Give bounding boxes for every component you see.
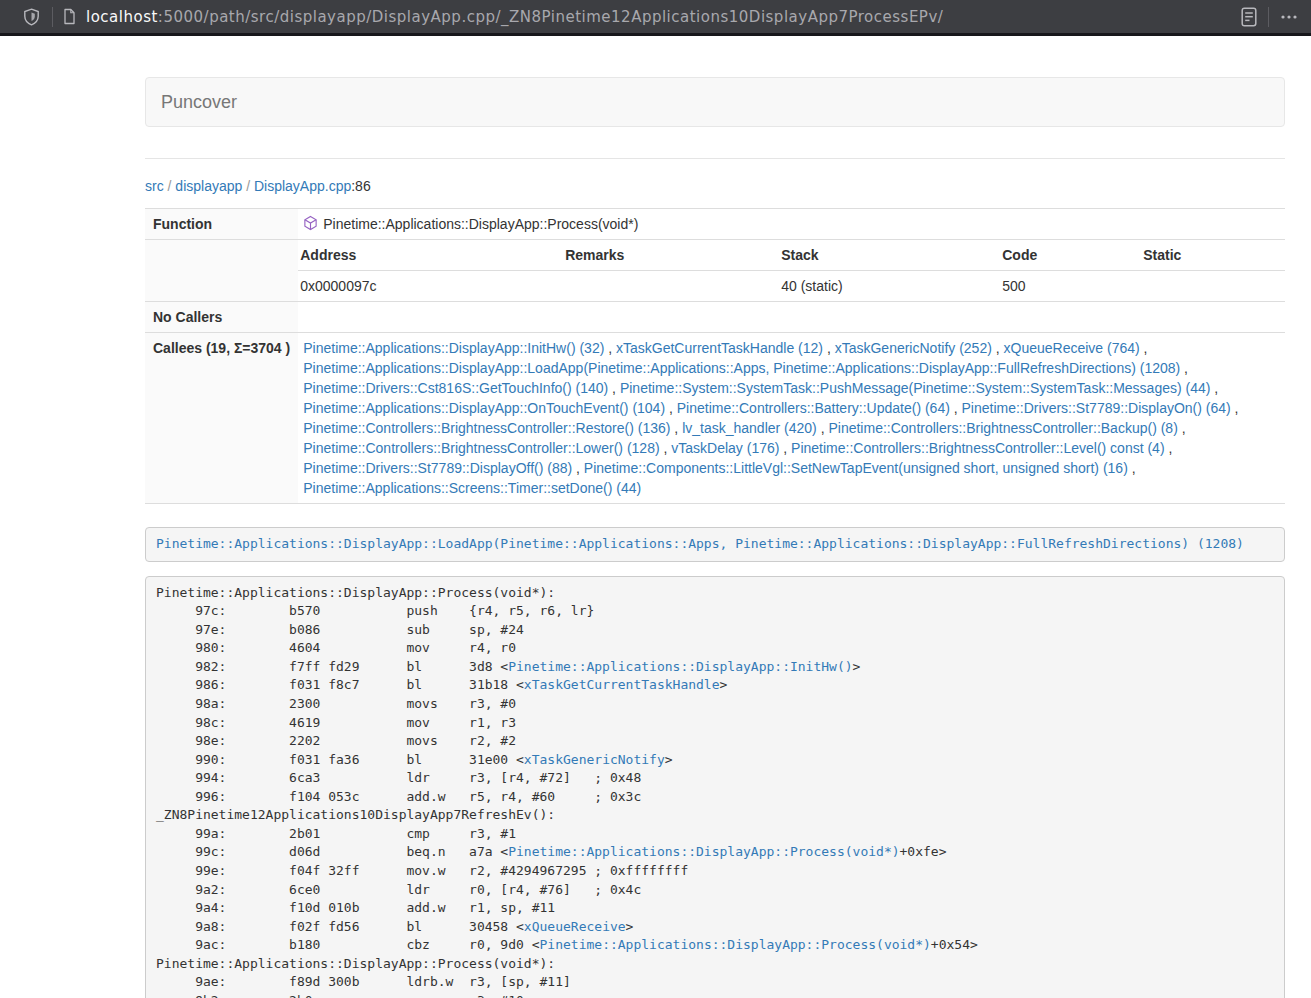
remarks-value (563, 271, 779, 302)
loadapp-link[interactable]: Pinetime::Applications::DisplayApp::Load… (156, 536, 1244, 551)
callee-link[interactable]: Pinetime::Applications::Screens::Timer::… (303, 480, 641, 496)
col-code: Code (1000, 240, 1141, 271)
callee-link[interactable]: lv_task_handler (420) (682, 420, 817, 436)
page-actions-menu-icon[interactable] (1280, 8, 1298, 26)
static-value (1141, 271, 1285, 302)
callee-link[interactable]: Pinetime::System::SystemTask::PushMessag… (620, 380, 1211, 396)
breadcrumb-link-file[interactable]: DisplayApp.cpp (254, 178, 351, 194)
function-name-cell: Pinetime::Applications::DisplayApp::Proc… (298, 209, 1285, 240)
disassembly-symbol-link[interactable]: Pinetime::Applications::DisplayApp::Proc… (508, 844, 899, 859)
metrics-table: Address Remarks Stack Code Static 0x0000… (298, 240, 1285, 301)
url-bar[interactable]: localhost:5000/path/src/displayapp/Displ… (86, 8, 943, 26)
shield-icon[interactable] (23, 8, 40, 26)
callee-link[interactable]: Pinetime::Controllers::BrightnessControl… (303, 440, 659, 456)
brand-link[interactable]: Puncover (146, 78, 252, 126)
url-host: localhost (86, 8, 158, 26)
callee-link[interactable]: Pinetime::Components::LittleVgl::SetNewT… (584, 460, 1128, 476)
disassembly-symbol-link[interactable]: xTaskGenericNotify (524, 752, 665, 767)
loadapp-link-box: Pinetime::Applications::DisplayApp::Load… (145, 527, 1285, 562)
code-value: 500 (1000, 271, 1141, 302)
breadcrumb-link-displayapp[interactable]: displayapp (175, 178, 242, 194)
callee-link[interactable]: Pinetime::Drivers::St7789::DisplayOff() … (303, 460, 572, 476)
browser-toolbar: localhost:5000/path/src/displayapp/Displ… (0, 0, 1311, 33)
toolbar-divider (1268, 7, 1269, 27)
breadcrumb-link-src[interactable]: src (145, 178, 164, 194)
callee-link[interactable]: Pinetime::Controllers::BrightnessControl… (791, 440, 1164, 456)
address-value: 0x0000097c (298, 271, 563, 302)
disassembly-block: Pinetime::Applications::DisplayApp::Proc… (145, 576, 1285, 998)
callee-link[interactable]: xTaskGenericNotify (252) (835, 340, 992, 356)
callees-list: Pinetime::Applications::DisplayApp::Init… (298, 333, 1285, 504)
reader-mode-icon[interactable] (1241, 7, 1257, 27)
disassembly-symbol-link[interactable]: Pinetime::Applications::DisplayApp::Init… (508, 659, 852, 674)
callee-link[interactable]: Pinetime::Drivers::St7789::DisplayOn() (… (962, 400, 1231, 416)
divider-rule (145, 158, 1285, 159)
callee-link[interactable]: Pinetime::Controllers::BrightnessControl… (303, 420, 670, 436)
function-row: Function Pinetime::Applications::Display… (145, 209, 1285, 240)
disassembly-symbol-link[interactable]: xTaskGetCurrentTaskHandle (524, 677, 720, 692)
stack-value: 40 (static) (779, 271, 1000, 302)
toolbar-bottom-edge (0, 33, 1311, 36)
breadcrumb: src / displayapp / DisplayApp.cpp:86 (145, 176, 1285, 196)
callee-link[interactable]: Pinetime::Applications::DisplayApp::Init… (303, 340, 604, 356)
symbol-cube-icon (303, 215, 318, 231)
callee-link[interactable]: xQueueReceive (764) (1004, 340, 1140, 356)
disassembly-symbol-link[interactable]: Pinetime::Applications::DisplayApp::Proc… (540, 937, 931, 952)
function-table: Function Pinetime::Applications::Display… (145, 208, 1285, 504)
function-label: Function (145, 209, 298, 240)
no-callers-row: No Callers (145, 302, 1285, 333)
breadcrumb-line-number: :86 (351, 178, 370, 194)
callee-link[interactable]: xTaskGetCurrentTaskHandle (12) (616, 340, 823, 356)
page-icon[interactable] (62, 8, 77, 25)
col-stack: Stack (779, 240, 1000, 271)
callees-label: Callees (19, Σ=3704 ) (145, 333, 298, 504)
col-static: Static (1141, 240, 1285, 271)
metrics-row: Address Remarks Stack Code Static 0x0000… (145, 240, 1285, 302)
callee-link[interactable]: Pinetime::Applications::DisplayApp::OnTo… (303, 400, 665, 416)
callee-link[interactable]: Pinetime::Drivers::Cst816S::GetTouchInfo… (303, 380, 608, 396)
url-path: :5000/path/src/displayapp/DisplayApp.cpp… (158, 8, 944, 26)
disassembly-symbol-link[interactable]: xQueueReceive (524, 919, 626, 934)
col-remarks: Remarks (563, 240, 779, 271)
callee-link[interactable]: Pinetime::Applications::DisplayApp::Load… (303, 360, 1180, 376)
callee-link[interactable]: vTaskDelay (176) (671, 440, 779, 456)
no-callers-label: No Callers (145, 302, 298, 333)
toolbar-divider (52, 7, 53, 27)
callee-link[interactable]: Pinetime::Controllers::BrightnessControl… (828, 420, 1177, 436)
callees-row: Callees (19, Σ=3704 ) Pinetime::Applicat… (145, 333, 1285, 504)
col-address: Address (298, 240, 563, 271)
function-name: Pinetime::Applications::DisplayApp::Proc… (323, 216, 638, 232)
callee-link[interactable]: Pinetime::Controllers::Battery::Update()… (677, 400, 950, 416)
navbar: Puncover (145, 77, 1285, 127)
